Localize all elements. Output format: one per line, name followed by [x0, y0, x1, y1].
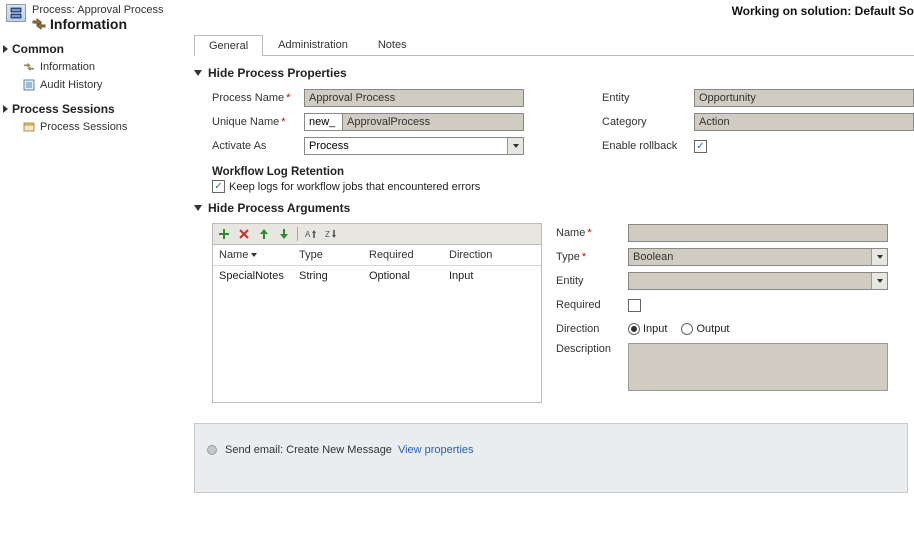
radio-label-output: Output [696, 323, 729, 335]
working-on-label: Working on solution: Default So [732, 4, 914, 18]
arg-description-textarea[interactable] [628, 343, 888, 391]
tab-notes[interactable]: Notes [363, 34, 422, 55]
step-row[interactable]: Send email: Create New Message View prop… [207, 444, 895, 456]
sidebar-item-label: Audit History [40, 79, 102, 91]
table-row[interactable]: SpecialNotes String Optional Input [213, 266, 541, 286]
step-bullet-icon [207, 445, 217, 455]
svg-text:Z: Z [325, 230, 330, 239]
col-direction[interactable]: Direction [449, 249, 519, 261]
chevron-down-icon [194, 70, 202, 76]
arg-direction-label: Direction [556, 323, 628, 335]
section-title: Hide Process Arguments [208, 201, 350, 215]
enable-rollback-label: Enable rollback [602, 140, 694, 152]
arg-required-checkbox[interactable] [628, 299, 641, 312]
sidebar-group-process-sessions[interactable]: Process Sessions [0, 100, 188, 118]
arg-direction-output-radio[interactable] [681, 323, 693, 335]
step-value: Create New Message [286, 444, 392, 456]
delete-icon[interactable] [237, 227, 251, 241]
section-title: Hide Process Properties [208, 66, 347, 80]
up-icon[interactable] [257, 227, 271, 241]
information-icon [32, 18, 46, 30]
arg-name-input[interactable] [628, 224, 888, 242]
unique-name-prefix[interactable] [304, 113, 342, 131]
sidebar-group-common[interactable]: Common [0, 40, 188, 58]
arg-type-select[interactable] [628, 248, 888, 266]
sidebar-item-process-sessions[interactable]: Process Sessions [0, 118, 188, 136]
window-header: Process: Approval Process Information Wo… [0, 0, 914, 34]
col-type[interactable]: Type [299, 249, 369, 261]
enable-rollback-checkbox[interactable] [694, 140, 707, 153]
tab-administration[interactable]: Administration [263, 34, 363, 55]
category-label: Category [602, 116, 694, 128]
arguments-table: A Z Name Type Required Direction Special… [212, 223, 542, 403]
sidebar-group-label: Process Sessions [12, 102, 115, 116]
wlr-checkbox-label: Keep logs for workflow jobs that encount… [229, 181, 480, 193]
cell-name: SpecialNotes [219, 270, 299, 282]
audit-icon [22, 78, 36, 92]
chevron-down-icon[interactable] [871, 273, 887, 289]
cell-required: Optional [369, 270, 449, 282]
radio-label-input: Input [643, 323, 667, 335]
sort-caret-icon [251, 253, 257, 257]
step-label: Send email: [225, 444, 283, 456]
activate-as-label: Activate As [212, 140, 304, 152]
activate-as-select[interactable] [304, 137, 524, 155]
section-toggle-process-arguments[interactable]: Hide Process Arguments [194, 201, 914, 215]
arg-description-label: Description [556, 343, 628, 355]
tabs: General Administration Notes [194, 34, 914, 56]
arguments-toolbar: A Z [213, 224, 541, 245]
arg-entity-label: Entity [556, 275, 628, 287]
arg-name-label: Name* [556, 227, 628, 239]
sidebar-group-label: Common [12, 42, 64, 56]
process-name-label: Process Name* [212, 92, 304, 104]
steps-box: Send email: Create New Message View prop… [194, 423, 908, 493]
chevron-right-icon [3, 45, 8, 53]
down-icon[interactable] [277, 227, 291, 241]
tab-general[interactable]: General [194, 35, 263, 56]
entity-input[interactable] [694, 89, 914, 107]
process-name-input[interactable] [304, 89, 524, 107]
process-icon [6, 4, 26, 22]
cell-direction: Input [449, 270, 519, 282]
add-icon[interactable] [217, 227, 231, 241]
col-required[interactable]: Required [369, 249, 449, 261]
cell-type: String [299, 270, 369, 282]
argument-form: Name* Type* Entity [556, 223, 914, 403]
chevron-down-icon [194, 205, 202, 211]
arg-type-label: Type* [556, 251, 628, 263]
sidebar-item-information[interactable]: Information [0, 58, 188, 76]
sidebar: Common Information Audit History Process… [0, 34, 188, 546]
page-title: Information [50, 16, 127, 32]
wlr-title: Workflow Log Retention [212, 166, 914, 178]
section-toggle-process-properties[interactable]: Hide Process Properties [194, 66, 914, 80]
sessions-icon [22, 120, 36, 134]
sort-desc-icon[interactable]: Z [324, 227, 338, 241]
tab-label: Notes [378, 39, 407, 51]
sidebar-item-label: Information [40, 61, 95, 73]
chevron-down-icon[interactable] [507, 138, 523, 154]
unique-name-label: Unique Name* [212, 116, 304, 128]
arg-required-label: Required [556, 299, 628, 311]
wlr-checkbox[interactable] [212, 180, 225, 193]
chevron-right-icon [3, 105, 8, 113]
col-name[interactable]: Name [219, 249, 299, 261]
category-input[interactable] [694, 113, 914, 131]
svg-text:A: A [305, 230, 311, 239]
sidebar-item-label: Process Sessions [40, 121, 127, 133]
tab-label: General [209, 40, 248, 52]
content-area: General Administration Notes Hide Proces… [188, 34, 914, 546]
sort-asc-icon[interactable]: A [304, 227, 318, 241]
arg-entity-select[interactable] [628, 272, 888, 290]
info-icon [22, 60, 36, 74]
sidebar-item-audit-history[interactable]: Audit History [0, 76, 188, 94]
chevron-down-icon[interactable] [871, 249, 887, 265]
view-properties-link[interactable]: View properties [398, 444, 474, 456]
entity-label: Entity [602, 92, 694, 104]
unique-name-input[interactable] [342, 113, 524, 131]
arg-direction-input-radio[interactable] [628, 323, 640, 335]
tab-label: Administration [278, 39, 348, 51]
arguments-table-header: Name Type Required Direction [213, 245, 541, 266]
